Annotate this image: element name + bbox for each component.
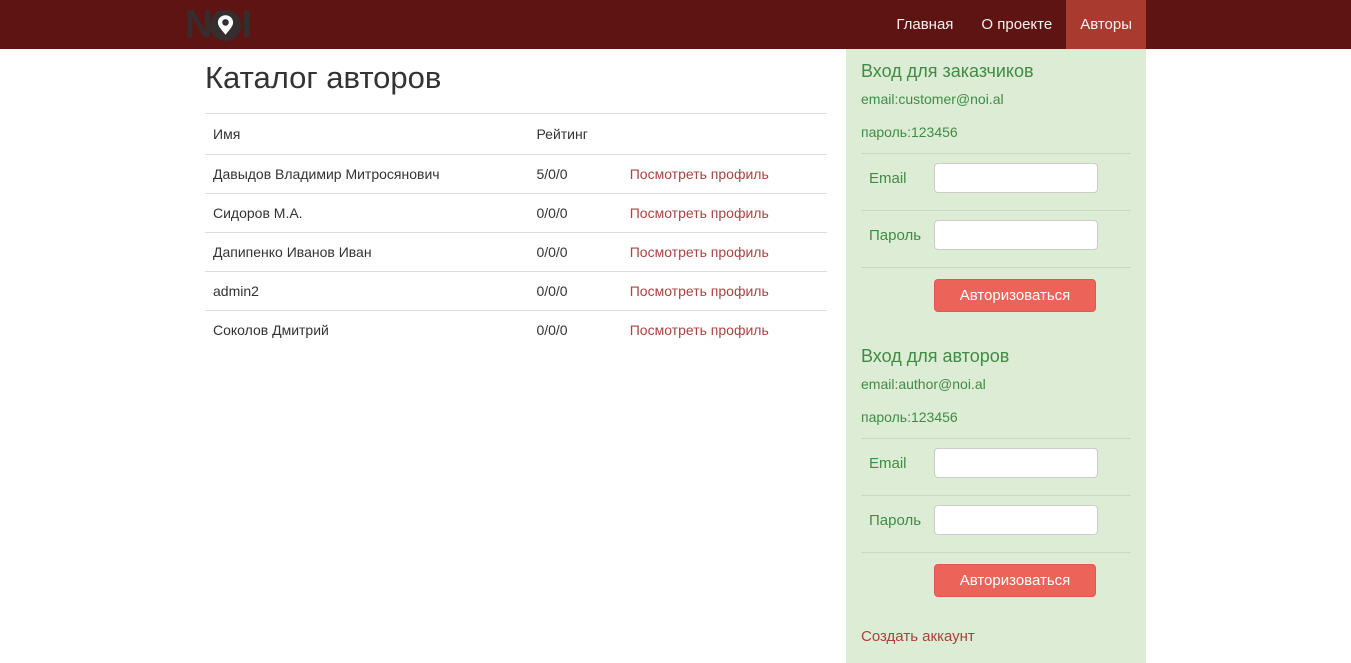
page-title: Каталог авторов [205, 60, 442, 95]
password-hint: пароль:123456 [861, 409, 958, 425]
nav-link-about[interactable]: О проекте [967, 0, 1066, 49]
navbar: N I Главная О проекте Авторы [0, 0, 1351, 49]
login-sidebar: Вход для заказчиков email:customer@noi.a… [846, 49, 1146, 663]
author-rating: 0/0/0 [528, 310, 622, 350]
main-nav: Главная О проекте Авторы [882, 0, 1146, 49]
password-hint: пароль:123456 [861, 124, 958, 140]
customer-login-button[interactable]: Авторизоваться [934, 279, 1096, 312]
divider [861, 552, 1131, 553]
nav-item-home[interactable]: Главная [882, 0, 967, 49]
divider [861, 438, 1131, 439]
table-row: Соколов Дмитрий 0/0/0 Посмотреть профиль [205, 310, 827, 350]
divider [861, 267, 1131, 268]
author-password-input[interactable] [934, 505, 1098, 535]
map-pin-icon [210, 9, 242, 42]
table-row: admin2 0/0/0 Посмотреть профиль [205, 271, 827, 311]
divider [861, 495, 1131, 496]
main-content: Каталог авторов Имя Рейтинг Давыдов Влад… [205, 49, 827, 350]
table-row: Давыдов Владимир Митросянович 5/0/0 Посм… [205, 154, 827, 194]
table-row: Сидоров М.А. 0/0/0 Посмотреть профиль [205, 193, 827, 233]
email-label: Email [869, 169, 907, 187]
create-account-link[interactable]: Создать аккаунт [861, 628, 1131, 645]
table-header-row: Имя Рейтинг [205, 113, 827, 155]
view-profile-link[interactable]: Посмотреть профиль [630, 205, 769, 221]
author-name: admin2 [205, 271, 529, 311]
view-profile-link[interactable]: Посмотреть профиль [630, 244, 769, 260]
author-login-button[interactable]: Авторизоваться [934, 564, 1096, 597]
email-form-row: Email [861, 163, 1131, 193]
email-hint: email:customer@noi.al [861, 91, 1004, 107]
author-rating: 0/0/0 [528, 193, 622, 233]
password-form-row: Пароль [861, 220, 1131, 250]
section-title: Вход для заказчиков [861, 61, 1034, 81]
divider [861, 210, 1131, 211]
author-rating: 0/0/0 [528, 232, 622, 272]
author-name: Сидоров М.А. [205, 193, 529, 233]
author-name: Соколов Дмитрий [205, 310, 529, 350]
author-name: Давыдов Владимир Митросянович [205, 154, 529, 194]
column-header-rating: Рейтинг [528, 113, 622, 155]
nav-link-home[interactable]: Главная [882, 0, 967, 49]
table-row: Дапипенко Иванов Иван 0/0/0 Посмотреть п… [205, 232, 827, 272]
nav-link-authors[interactable]: Авторы [1066, 0, 1146, 49]
customer-password-input[interactable] [934, 220, 1098, 250]
column-header-name: Имя [205, 113, 529, 155]
sidebar-links: Создать аккаунт Забыл пароль [861, 628, 1131, 663]
password-form-row: Пароль [861, 505, 1131, 535]
email-hint: email:author@noi.al [861, 376, 986, 392]
nav-item-about[interactable]: О проекте [967, 0, 1066, 49]
brand-letter-n: N [185, 4, 212, 46]
password-label: Пароль [869, 226, 922, 244]
email-form-row: Email [861, 448, 1131, 478]
customer-email-input[interactable] [934, 163, 1098, 193]
column-header-action [621, 113, 827, 155]
divider [861, 153, 1131, 154]
author-name: Дапипенко Иванов Иван [205, 232, 529, 272]
view-profile-link[interactable]: Посмотреть профиль [630, 322, 769, 338]
email-label: Email [869, 454, 907, 472]
author-rating: 0/0/0 [528, 271, 622, 311]
customer-login-section: Вход для заказчиков email:customer@noi.a… [861, 61, 1131, 312]
authors-table: Имя Рейтинг Давыдов Владимир Митросянови… [205, 113, 827, 350]
nav-item-authors[interactable]: Авторы [1066, 0, 1146, 49]
author-email-input[interactable] [934, 448, 1098, 478]
author-login-section: Вход для авторов email:author@noi.al пар… [861, 346, 1131, 597]
brand-letter-i: I [241, 4, 251, 46]
brand-logo[interactable]: N I [185, 4, 252, 46]
view-profile-link[interactable]: Посмотреть профиль [630, 283, 769, 299]
password-label: Пароль [869, 511, 922, 529]
author-rating: 5/0/0 [528, 154, 622, 194]
section-title: Вход для авторов [861, 346, 1010, 366]
view-profile-link[interactable]: Посмотреть профиль [630, 166, 769, 182]
